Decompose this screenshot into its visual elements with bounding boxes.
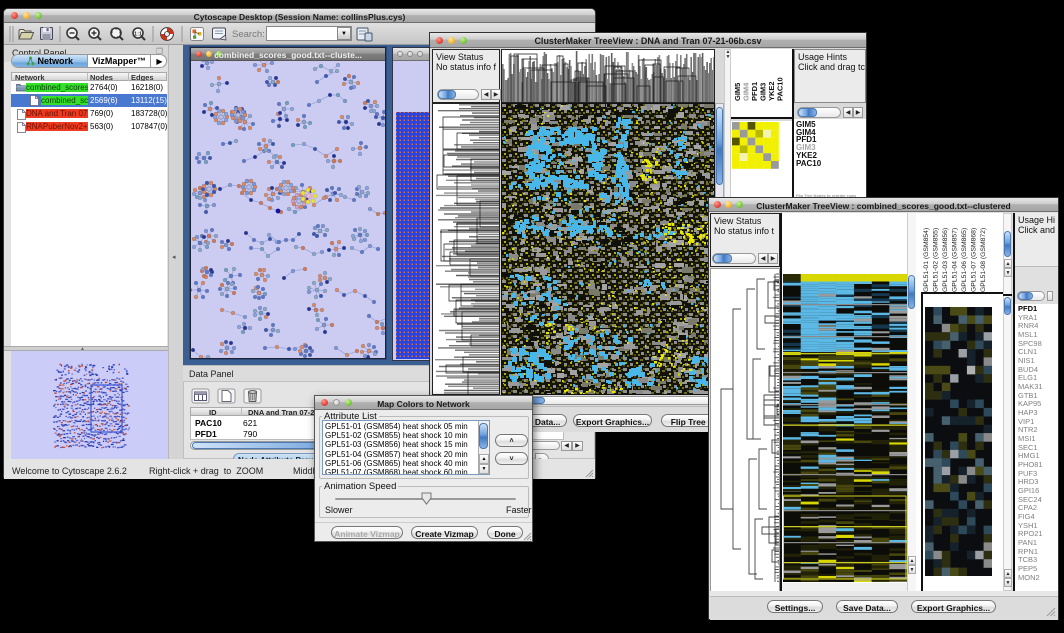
svg-text:GPL51-08 (GSM872): GPL51-08 (GSM872): [980, 228, 987, 292]
svg-text:GPL51-04 (GSM857): GPL51-04 (GSM857): [952, 228, 959, 292]
svg-text:Search:: Search:: [232, 29, 265, 40]
svg-text:GPL51-02 (GSM855): GPL51-02 (GSM855): [933, 228, 940, 292]
svg-text:GPL51-07 (GSM868): GPL51-07 (GSM868): [971, 228, 978, 292]
svg-text:GPL51-01 (GSM854): GPL51-01 (GSM854): [923, 228, 930, 292]
svg-text:GPL51-06 (GSM865): GPL51-06 (GSM865): [961, 228, 968, 292]
svg-text:1:1: 1:1: [134, 31, 142, 37]
svg-text:PAC10: PAC10: [776, 77, 785, 101]
svg-text:GPL51-03 (GSM856): GPL51-03 (GSM856): [942, 228, 949, 292]
